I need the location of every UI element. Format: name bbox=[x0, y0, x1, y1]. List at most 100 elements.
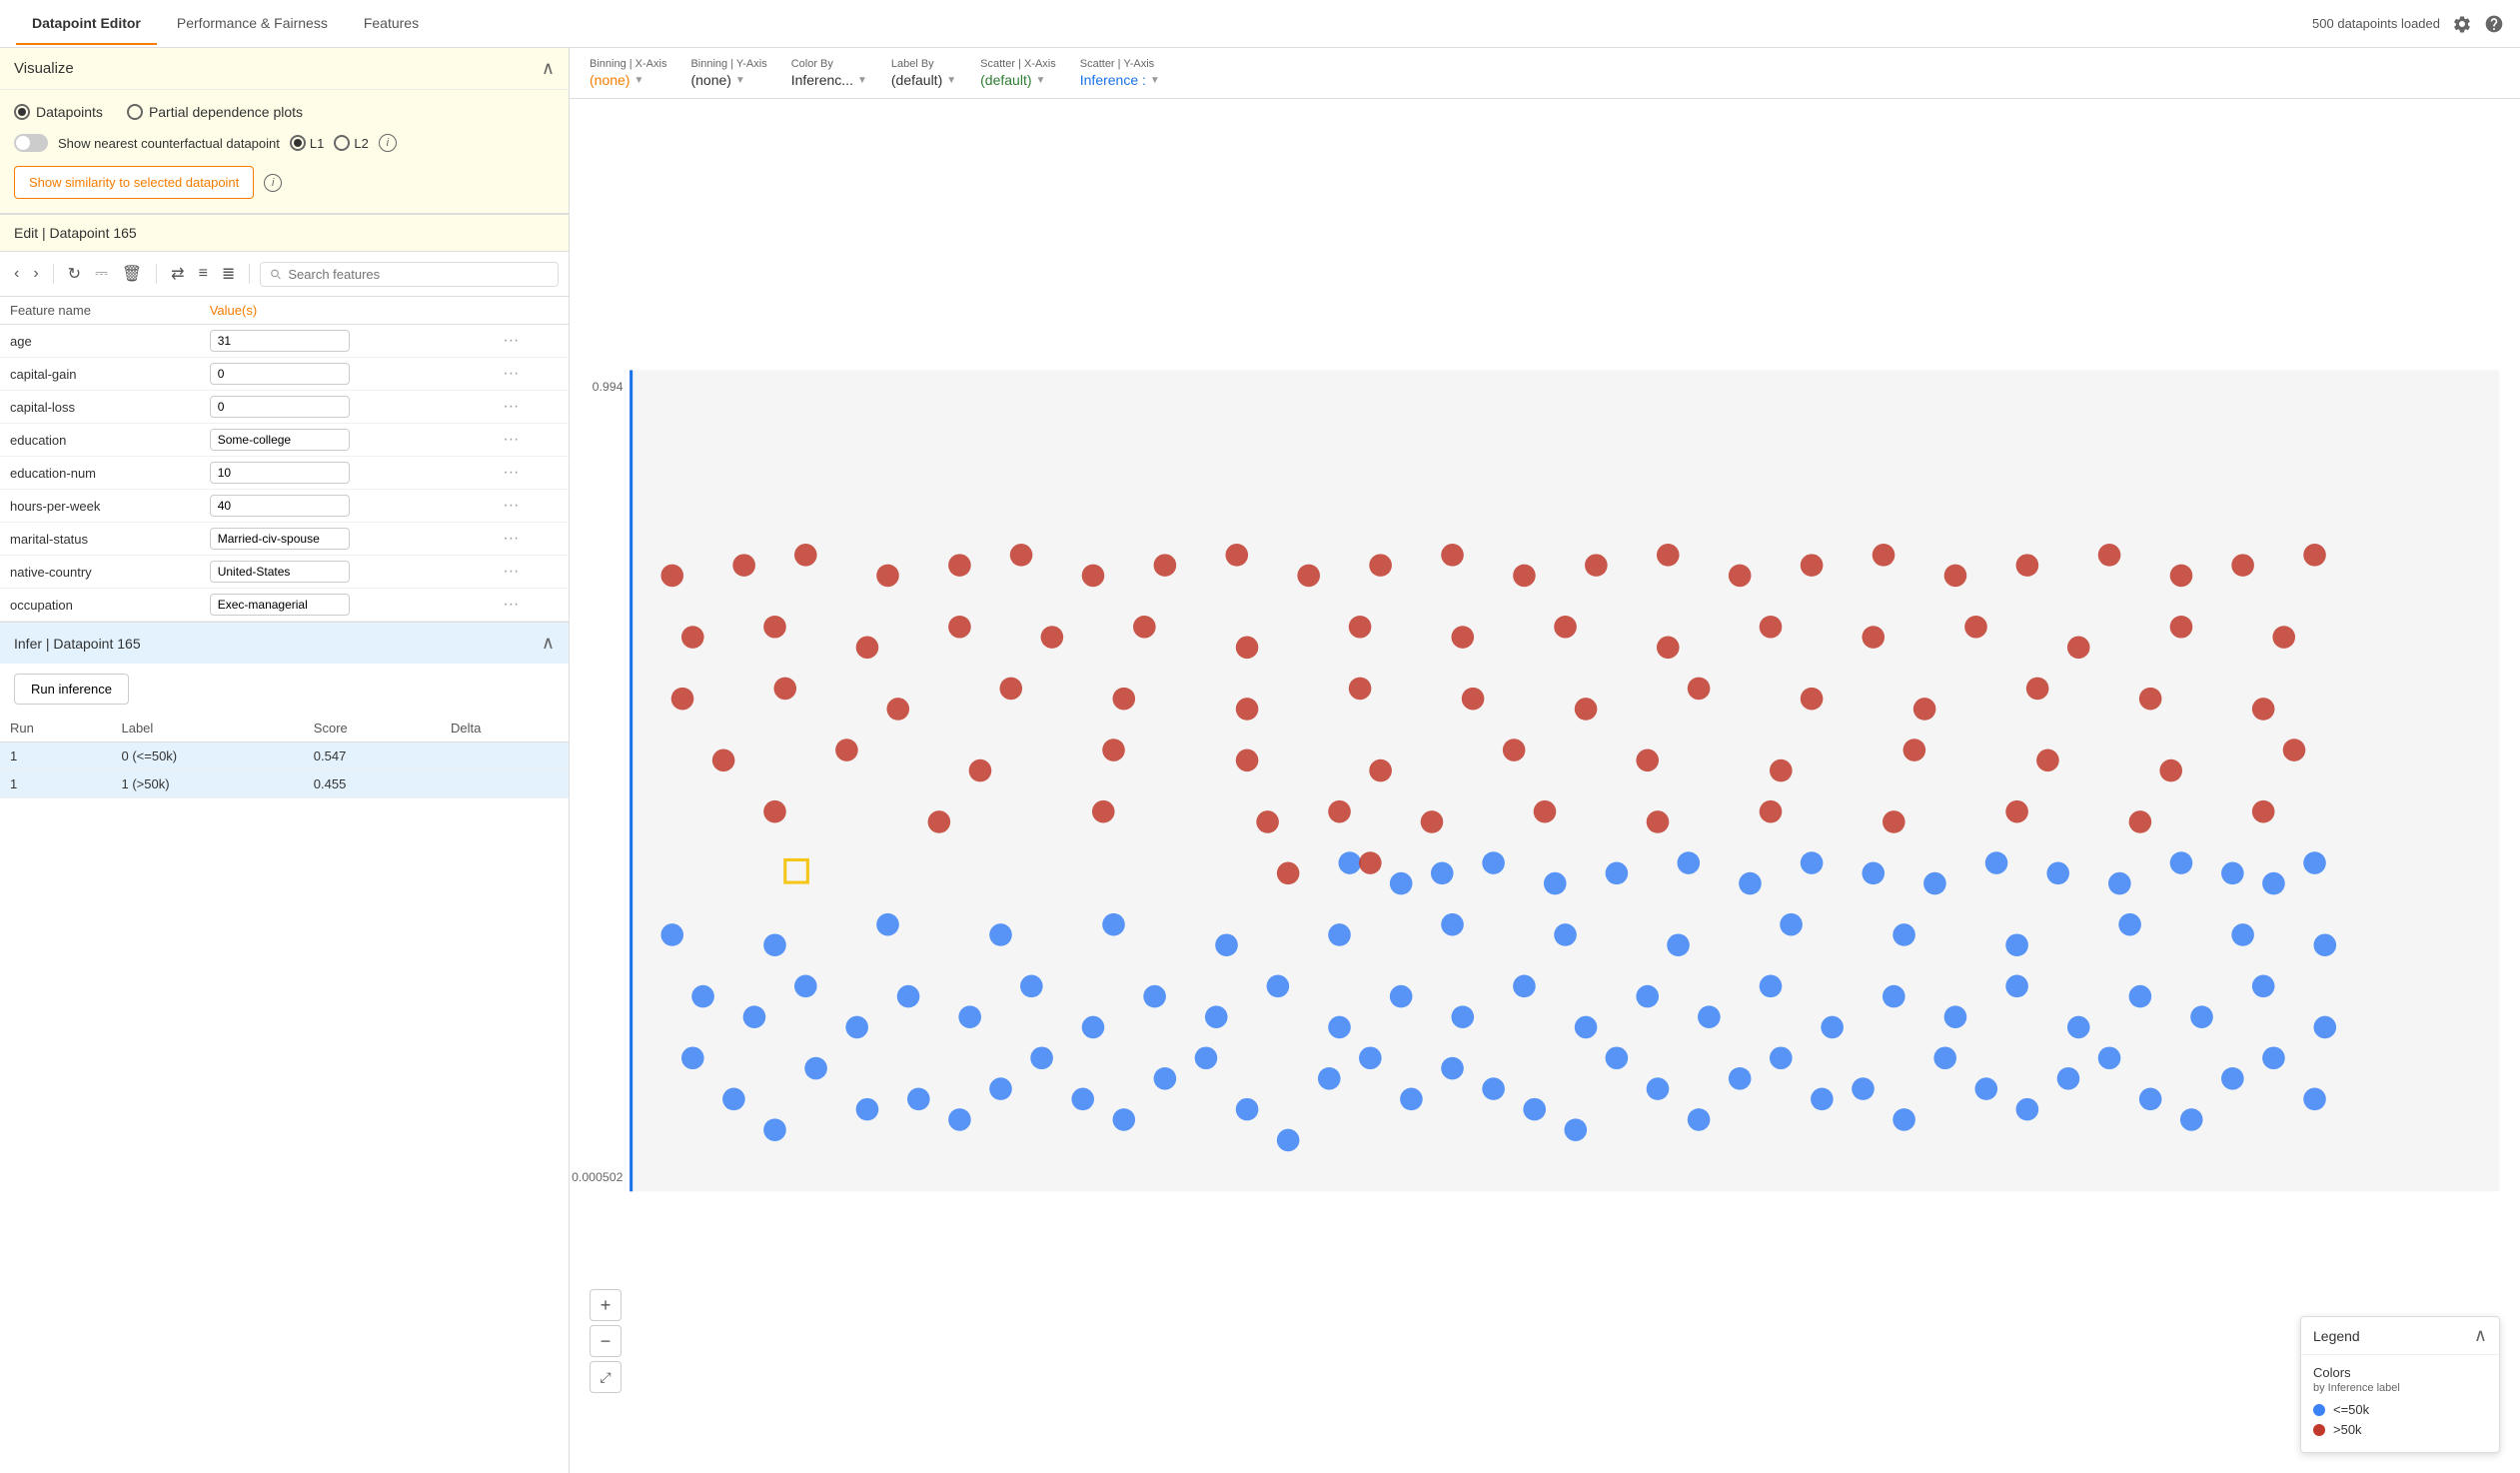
legend-dot-red bbox=[2313, 1424, 2325, 1436]
feature-value-input[interactable] bbox=[210, 429, 350, 451]
feature-value-input[interactable] bbox=[210, 363, 350, 385]
feature-value-input[interactable] bbox=[210, 594, 350, 616]
feature-name-cell: capital-gain bbox=[0, 358, 200, 391]
tab-datapoint-editor[interactable]: Datapoint Editor bbox=[16, 3, 157, 45]
toggle-knob bbox=[16, 136, 30, 150]
feature-more-button[interactable]: ··· bbox=[499, 530, 523, 548]
color-by-label: Color By bbox=[791, 58, 867, 70]
feature-name-cell: native-country bbox=[0, 556, 200, 589]
legend-collapse-icon[interactable]: ∧ bbox=[2474, 1325, 2487, 1346]
visualize-section: Visualize ∧ Datapoints Partial dependenc… bbox=[0, 48, 569, 214]
feature-value-input[interactable] bbox=[210, 330, 350, 352]
infer-section: Infer | Datapoint 165 ∧ Run inference Ru… bbox=[0, 622, 569, 798]
feature-more-button[interactable]: ··· bbox=[499, 332, 523, 350]
feature-name-cell: education bbox=[0, 424, 200, 457]
radio-datapoints-label: Datapoints bbox=[36, 104, 103, 120]
radio-partial-dependence-circle bbox=[127, 104, 143, 120]
legend-label-red: >50k bbox=[2333, 1422, 2362, 1437]
delete-button[interactable]: 🗑 bbox=[118, 260, 146, 288]
infer-table: Run Label Score Delta 1 0 (<=50k) 0.547 … bbox=[0, 715, 569, 798]
color-by-select[interactable]: Inferenc... ▼ bbox=[791, 72, 867, 88]
feature-value-input[interactable] bbox=[210, 528, 350, 550]
search-input[interactable] bbox=[288, 267, 550, 282]
similarity-info-icon[interactable]: i bbox=[264, 174, 282, 192]
align-left-button[interactable]: ⇄ bbox=[167, 260, 188, 288]
infer-run-cell: 1 bbox=[0, 742, 111, 770]
table-row: capital-gain ··· bbox=[0, 358, 569, 391]
label-by-select[interactable]: (default) ▼ bbox=[891, 72, 956, 88]
l2-circle bbox=[334, 135, 350, 151]
zoom-out-button[interactable]: − bbox=[590, 1325, 622, 1357]
feature-name-cell: occupation bbox=[0, 589, 200, 622]
feature-more-button[interactable]: ··· bbox=[499, 365, 523, 383]
legend-item-red: >50k bbox=[2313, 1422, 2487, 1437]
toolbar-divider-3 bbox=[249, 264, 250, 284]
legend-colors-subtitle: by Inference label bbox=[2313, 1382, 2487, 1394]
infer-collapse-icon[interactable]: ∧ bbox=[542, 633, 555, 654]
zoom-in-button[interactable]: + bbox=[590, 1289, 622, 1321]
infer-table-row: 1 1 (>50k) 0.455 bbox=[0, 770, 569, 798]
scatter-plot: 0.994 0.000502 bbox=[570, 99, 2520, 1473]
scatter-x-group: Scatter | X-Axis (default) ▼ bbox=[980, 58, 1056, 88]
scatter-y-select[interactable]: Inference : ▼ bbox=[1080, 72, 1160, 88]
visualize-collapse-icon[interactable]: ∧ bbox=[542, 58, 555, 79]
label-by-group: Label By (default) ▼ bbox=[891, 58, 956, 88]
legend-body: Colors by Inference label <=50k >50k bbox=[2301, 1355, 2499, 1452]
counterfactual-toggle[interactable] bbox=[14, 134, 48, 152]
radio-partial-dependence[interactable]: Partial dependence plots bbox=[127, 104, 303, 120]
run-inference-button[interactable]: Run inference bbox=[14, 674, 129, 705]
binning-x-select[interactable]: (none) ▼ bbox=[590, 72, 666, 88]
infer-score-cell: 0.547 bbox=[304, 742, 441, 770]
feature-value-cell bbox=[200, 391, 490, 424]
toggle-row: Show nearest counterfactual datapoint L1… bbox=[14, 134, 555, 152]
tab-performance-fairness[interactable]: Performance & Fairness bbox=[161, 3, 344, 45]
visualize-radio-group: Datapoints Partial dependence plots bbox=[14, 104, 555, 120]
infer-delta-cell bbox=[441, 770, 569, 798]
radio-datapoints-circle bbox=[14, 104, 30, 120]
align-center-button[interactable]: ≡ bbox=[195, 261, 212, 287]
feature-value-input[interactable] bbox=[210, 462, 350, 484]
fit-view-button[interactable]: ⤢ bbox=[590, 1361, 622, 1393]
feature-value-input[interactable] bbox=[210, 495, 350, 517]
search-icon bbox=[269, 267, 282, 281]
color-by-value: Inferenc... bbox=[791, 72, 853, 88]
align-right-button[interactable]: ≣ bbox=[218, 260, 239, 288]
feature-name-cell: hours-per-week bbox=[0, 490, 200, 523]
radio-datapoints[interactable]: Datapoints bbox=[14, 104, 103, 120]
datapoints-loaded-status: 500 datapoints loaded bbox=[2312, 16, 2440, 31]
copy-button[interactable]: ⎓ bbox=[91, 261, 112, 287]
similarity-button[interactable]: Show similarity to selected datapoint bbox=[14, 166, 254, 199]
legend-dot-blue bbox=[2313, 1404, 2325, 1416]
edit-header: Edit | Datapoint 165 bbox=[0, 214, 569, 252]
scatter-x-select[interactable]: (default) ▼ bbox=[980, 72, 1056, 88]
binning-y-label: Binning | Y-Axis bbox=[690, 58, 766, 70]
visualize-title: Visualize bbox=[14, 60, 74, 77]
feature-more-button[interactable]: ··· bbox=[499, 431, 523, 449]
prev-button[interactable]: ‹ bbox=[10, 261, 23, 287]
chart-area: 0.994 0.000502 + − ⤢ bbox=[570, 99, 2520, 1473]
history-button[interactable]: ↻ bbox=[64, 260, 85, 288]
feature-more-button[interactable]: ··· bbox=[499, 596, 523, 614]
color-by-chevron: ▼ bbox=[857, 75, 867, 86]
settings-icon[interactable] bbox=[2452, 14, 2472, 34]
feature-value-cell bbox=[200, 490, 490, 523]
l1-radio[interactable]: L1 bbox=[290, 135, 324, 151]
feature-more-button[interactable]: ··· bbox=[499, 464, 523, 482]
feature-more-button[interactable]: ··· bbox=[499, 563, 523, 581]
feature-more-button[interactable]: ··· bbox=[499, 497, 523, 515]
help-icon[interactable] bbox=[2484, 14, 2504, 34]
feature-value-input[interactable] bbox=[210, 561, 350, 583]
l1-circle bbox=[290, 135, 306, 151]
binning-y-select[interactable]: (none) ▼ bbox=[690, 72, 766, 88]
l-info-icon[interactable]: i bbox=[379, 134, 397, 152]
table-row: capital-loss ··· bbox=[0, 391, 569, 424]
l2-radio[interactable]: L2 bbox=[334, 135, 368, 151]
table-row: education-num ··· bbox=[0, 457, 569, 490]
feature-name-header: Feature name bbox=[0, 297, 200, 325]
feature-value-input[interactable] bbox=[210, 396, 350, 418]
next-button[interactable]: › bbox=[29, 261, 42, 287]
feature-more-button[interactable]: ··· bbox=[499, 398, 523, 416]
tab-features[interactable]: Features bbox=[348, 3, 435, 45]
infer-header: Infer | Datapoint 165 ∧ bbox=[0, 623, 569, 664]
visualize-header: Visualize ∧ bbox=[0, 48, 569, 90]
